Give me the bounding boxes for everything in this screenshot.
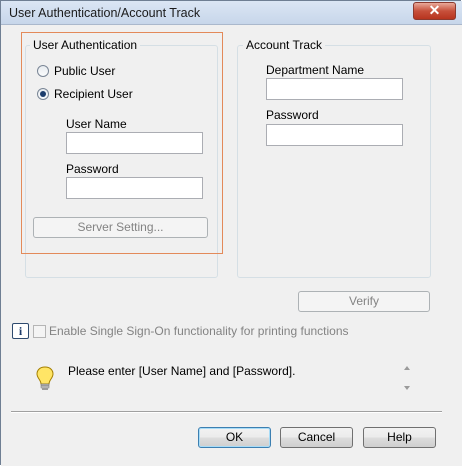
lightbulb-icon	[36, 366, 54, 392]
account-password-label: Password	[266, 108, 319, 122]
user-password-input[interactable]	[66, 177, 203, 199]
ok-button[interactable]: OK	[198, 427, 271, 448]
user-name-input[interactable]	[66, 132, 203, 154]
department-name-label: Department Name	[266, 63, 365, 77]
public-user-radio[interactable]	[37, 65, 49, 77]
sso-label: Enable Single Sign-On functionality for …	[49, 324, 349, 338]
cancel-button[interactable]: Cancel	[280, 427, 353, 448]
info-icon[interactable]: i	[12, 323, 29, 339]
recipient-user-radio[interactable]	[37, 88, 49, 100]
help-button[interactable]: Help	[363, 427, 436, 448]
account-track-group-title: Account Track	[243, 38, 326, 52]
dialog-content: User Authentication Public User Recipien…	[1, 25, 462, 466]
user-password-label: Password	[66, 162, 119, 176]
user-name-label: User Name	[66, 117, 127, 131]
verify-button[interactable]: Verify	[298, 291, 430, 312]
dialog-title: User Authentication/Account Track	[9, 6, 201, 20]
account-password-input[interactable]	[266, 124, 403, 146]
public-user-label[interactable]: Public User	[54, 64, 115, 78]
dialog-window: User Authentication/Account Track ✕ User…	[0, 0, 462, 466]
close-button[interactable]: ✕	[413, 2, 456, 20]
hint-scroll-down-icon[interactable]	[404, 386, 410, 390]
hint-scroll-up-icon[interactable]	[404, 366, 410, 370]
sso-checkbox[interactable]	[33, 325, 46, 338]
close-icon: ✕	[428, 2, 441, 18]
server-setting-button[interactable]: Server Setting...	[33, 217, 208, 238]
title-bar: User Authentication/Account Track ✕	[1, 1, 462, 25]
department-name-input[interactable]	[266, 78, 403, 100]
recipient-user-label[interactable]: Recipient User	[54, 87, 133, 101]
hint-text: Please enter [User Name] and [Password].	[68, 364, 296, 378]
footer-separator	[11, 411, 442, 413]
